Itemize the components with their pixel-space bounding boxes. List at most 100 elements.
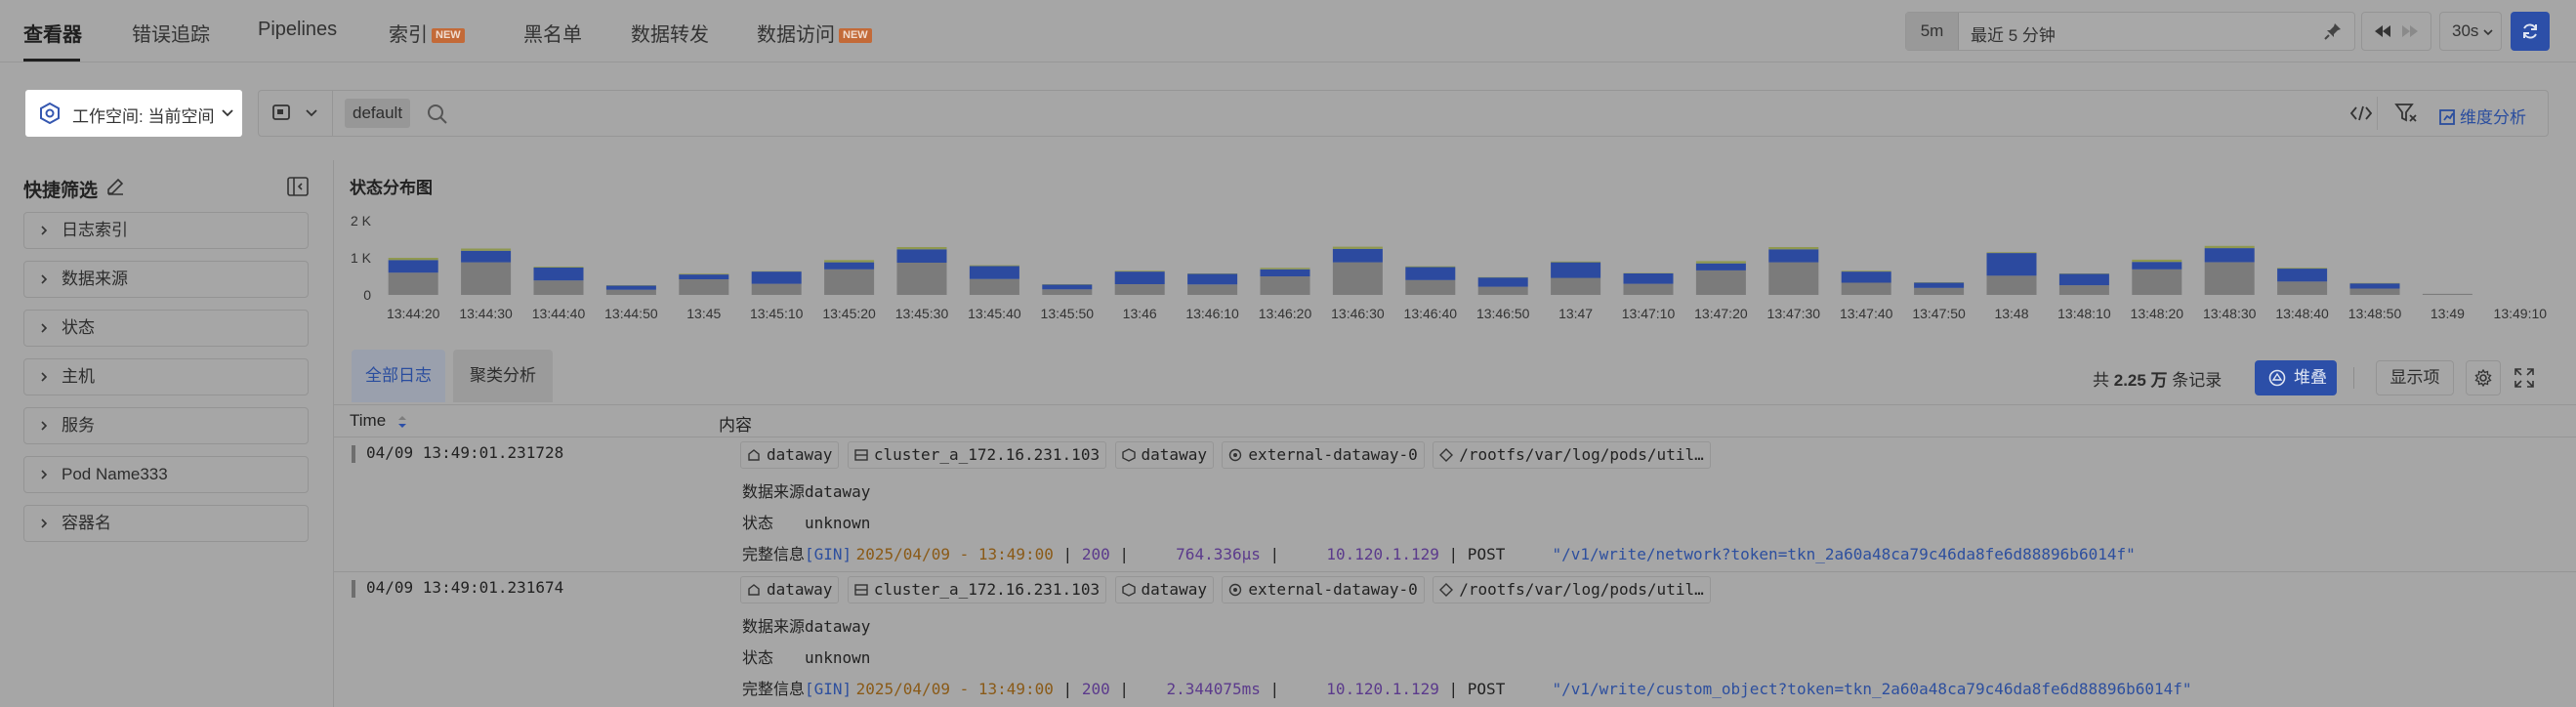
- bar-segment-1[interactable]: [1768, 249, 1819, 263]
- bar-segment-1[interactable]: [1986, 253, 2037, 276]
- bar-segment-1[interactable]: [1114, 271, 1165, 284]
- bar-segment-2[interactable]: [1332, 246, 1383, 249]
- bar-segment-2[interactable]: [1405, 266, 1456, 268]
- bar-segment-2[interactable]: [896, 247, 947, 250]
- collapse-sidebar-icon[interactable]: [287, 176, 309, 197]
- bar-segment-0[interactable]: [461, 262, 512, 295]
- bar-segment-1[interactable]: [2058, 273, 2109, 286]
- settings-button[interactable]: [2466, 360, 2501, 395]
- display-columns-button[interactable]: 显示项: [2376, 360, 2454, 395]
- tag-filename[interactable]: /rootfs/var/log/pods/util…: [1433, 576, 1711, 603]
- bar-segment-0[interactable]: [2422, 293, 2472, 295]
- rewind-icon[interactable]: [2372, 21, 2393, 41]
- bar-segment-1[interactable]: [1332, 248, 1383, 263]
- bar-segment-1[interactable]: [388, 260, 438, 273]
- bar-segment-2[interactable]: [1551, 261, 1601, 263]
- bar-segment-0[interactable]: [969, 278, 1019, 295]
- bar-segment-1[interactable]: [2132, 262, 2182, 270]
- bar-segment-0[interactable]: [751, 283, 802, 295]
- bar-segment-0[interactable]: [1042, 289, 1093, 295]
- bar-segment-0[interactable]: [2349, 288, 2400, 296]
- refresh-interval-select[interactable]: 30s: [2439, 12, 2502, 51]
- time-range-picker[interactable]: 5m 最近 5 分钟: [1905, 12, 2355, 51]
- bar-segment-0[interactable]: [1841, 282, 1891, 296]
- bar-segment-2[interactable]: [824, 260, 875, 263]
- bar-segment-1[interactable]: [969, 266, 1019, 279]
- bar-segment-1[interactable]: [2349, 283, 2400, 289]
- tab-viewer[interactable]: 查看器: [23, 19, 82, 47]
- bar-segment-0[interactable]: [896, 262, 947, 295]
- bar-segment-1[interactable]: [1477, 277, 1528, 287]
- bar-segment-1[interactable]: [1695, 263, 1746, 270]
- refresh-button[interactable]: [2511, 12, 2550, 51]
- bar-segment-2[interactable]: [2204, 245, 2255, 249]
- tab-pipelines[interactable]: Pipelines: [258, 19, 337, 41]
- query-mode-select[interactable]: [259, 91, 333, 136]
- bar-segment-0[interactable]: [1260, 276, 1310, 295]
- table-row[interactable]: 04/09 13:49:01.231728 dataway cluster_a_…: [334, 437, 2576, 572]
- bar-segment-1[interactable]: [533, 267, 584, 281]
- code-toggle[interactable]: [2343, 97, 2378, 130]
- bar-segment-0[interactable]: [1405, 279, 1456, 295]
- bar-segment-0[interactable]: [1187, 284, 1238, 295]
- tag-host[interactable]: dataway: [740, 441, 840, 469]
- sidebar-item-service[interactable]: 服务: [23, 407, 309, 444]
- bar-segment-1[interactable]: [461, 250, 512, 263]
- bar-segment-2[interactable]: [679, 273, 729, 275]
- tag-cluster[interactable]: cluster_a_172.16.231.103: [847, 576, 1107, 603]
- bar-segment-1[interactable]: [679, 274, 729, 279]
- bar-segment-1[interactable]: [1551, 262, 1601, 278]
- bar-segment-0[interactable]: [605, 289, 656, 295]
- bar-segment-1[interactable]: [1042, 284, 1093, 290]
- sort-descending-icon[interactable]: [396, 415, 408, 429]
- bar-segment-0[interactable]: [1114, 284, 1165, 295]
- bar-segment-0[interactable]: [824, 269, 875, 295]
- bar-segment-1[interactable]: [2204, 248, 2255, 263]
- bar-segment-1[interactable]: [751, 271, 802, 284]
- tab-index[interactable]: 索引 NEW: [389, 19, 465, 47]
- tag-host[interactable]: dataway: [740, 576, 840, 603]
- sidebar-item-pod-name[interactable]: Pod Name333: [23, 456, 309, 493]
- pin-icon[interactable]: [2324, 22, 2342, 40]
- column-header-time[interactable]: Time: [350, 411, 386, 431]
- tab-cluster-analysis[interactable]: 聚类分析: [453, 350, 553, 402]
- bar-segment-2[interactable]: [969, 265, 1019, 267]
- stack-button[interactable]: 堆叠: [2255, 360, 2337, 395]
- bar-segment-1[interactable]: [1623, 273, 1674, 284]
- table-row[interactable]: 04/09 13:49:01.231674 dataway cluster_a_…: [334, 572, 2576, 707]
- bar-segment-2[interactable]: [1114, 270, 1165, 272]
- bar-segment-0[interactable]: [1986, 275, 2037, 295]
- tab-error-tracking[interactable]: 错误追踪: [132, 19, 210, 47]
- bar-segment-2[interactable]: [1695, 261, 1746, 264]
- sidebar-item-data-source[interactable]: 数据来源: [23, 261, 309, 298]
- fullscreen-icon[interactable]: [2514, 367, 2535, 389]
- bar-segment-2[interactable]: [1986, 252, 2037, 254]
- bar-segment-1[interactable]: [1405, 267, 1456, 280]
- bar-segment-1[interactable]: [1914, 282, 1965, 288]
- bar-segment-0[interactable]: [533, 280, 584, 295]
- tab-data-access[interactable]: 数据访问 NEW: [757, 19, 872, 47]
- tag-pod[interactable]: external-dataway-0: [1222, 441, 1425, 469]
- bar-segment-1[interactable]: [1187, 273, 1238, 285]
- bar-segment-0[interactable]: [1914, 287, 1965, 295]
- bar-segment-1[interactable]: [824, 262, 875, 270]
- bar-segment-1[interactable]: [1260, 269, 1310, 276]
- sidebar-item-host[interactable]: 主机: [23, 358, 309, 395]
- bar-segment-2[interactable]: [2132, 259, 2182, 263]
- bar-segment-1[interactable]: [896, 249, 947, 263]
- bar-segment-0[interactable]: [388, 272, 438, 295]
- bar-segment-0[interactable]: [1768, 262, 1819, 295]
- edit-icon[interactable]: [105, 177, 125, 196]
- tag-service[interactable]: dataway: [1114, 576, 1214, 603]
- tag-cluster[interactable]: cluster_a_172.16.231.103: [847, 441, 1107, 469]
- bar-segment-0[interactable]: [2058, 285, 2109, 295]
- index-chip[interactable]: default: [345, 99, 411, 128]
- bar-segment-0[interactable]: [1695, 270, 1746, 295]
- bar-segment-0[interactable]: [1551, 277, 1601, 296]
- bar-segment-1[interactable]: [2277, 269, 2328, 282]
- tag-service[interactable]: dataway: [1114, 441, 1214, 469]
- bar-segment-2[interactable]: [1768, 247, 1819, 250]
- bar-segment-2[interactable]: [533, 267, 584, 268]
- fast-forward-icon[interactable]: [2399, 21, 2421, 41]
- tab-data-forwarding[interactable]: 数据转发: [631, 19, 709, 47]
